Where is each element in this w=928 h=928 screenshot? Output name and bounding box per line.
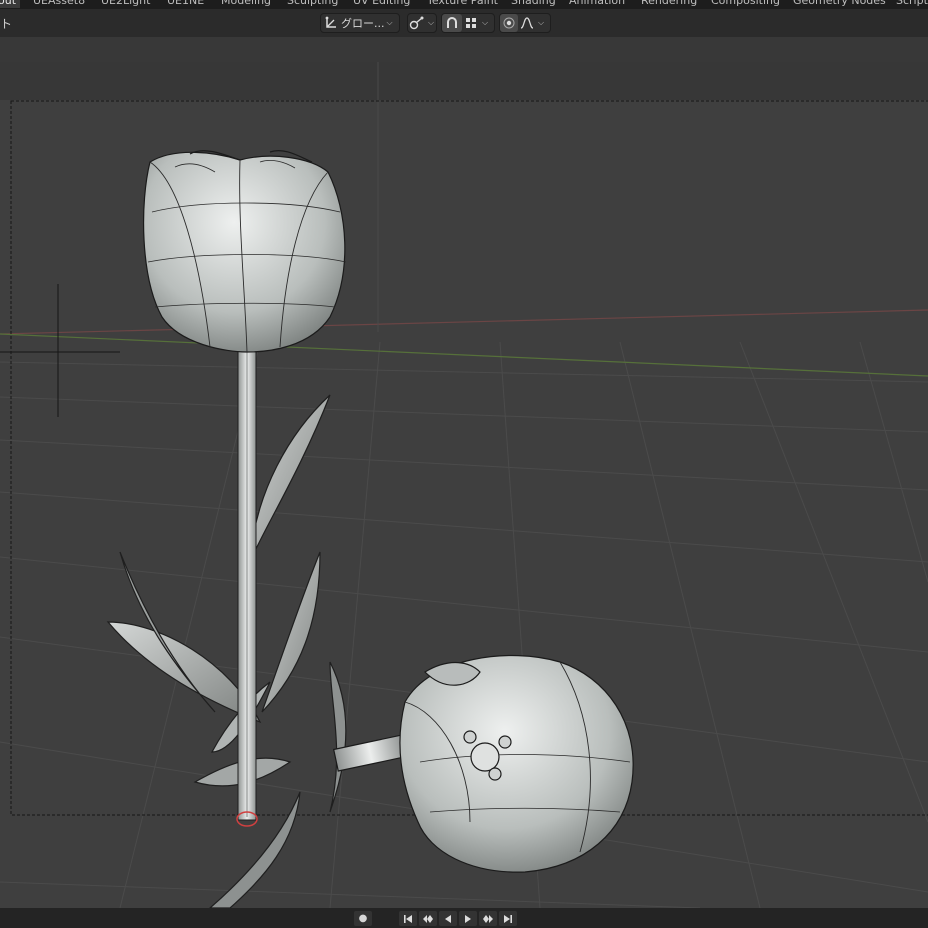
viewport-header: ト グロー... ⌵ ⌵ ⌵ ⌵ xyxy=(0,9,928,37)
tab-geometry-nodes[interactable]: Geometry Nodes xyxy=(793,0,886,8)
tab-animation[interactable]: Animation xyxy=(569,0,625,8)
chevron-down-icon[interactable]: ⌵ xyxy=(538,18,544,28)
tulip-head-upright[interactable] xyxy=(142,150,347,353)
tab-uv-editing[interactable]: UV Editing xyxy=(353,0,410,8)
play-icon[interactable] xyxy=(459,911,477,926)
falloff-curve-icon[interactable] xyxy=(518,14,536,32)
pivot-point-icon xyxy=(408,14,426,32)
snap-increment-icon[interactable] xyxy=(462,14,480,32)
timeline-bar: ● xyxy=(0,908,928,928)
tab-modeling[interactable]: Modeling xyxy=(221,0,271,8)
tab-sculpting[interactable]: Sculpting xyxy=(287,0,338,8)
jump-end-icon[interactable] xyxy=(499,911,517,926)
workspace-tab-bar: out UEAsset8 UE2Light UE1NE Modeling Scu… xyxy=(0,0,928,9)
transform-orientation-icon xyxy=(321,14,341,32)
tab-layout[interactable]: out xyxy=(0,0,21,8)
chevron-down-icon: ⌵ xyxy=(428,18,435,27)
header-menu-label[interactable]: ト xyxy=(0,15,12,32)
pivot-point-dropdown[interactable]: ⌵ xyxy=(407,13,437,33)
tab-ue1ne[interactable]: UE1NE xyxy=(167,0,204,8)
prev-keyframe-icon[interactable] xyxy=(419,911,437,926)
transform-orientation-dropdown[interactable]: グロー... ⌵ xyxy=(320,13,400,33)
tab-shading[interactable]: Shading xyxy=(511,0,556,8)
transform-orientation-value: グロー... xyxy=(341,17,385,30)
3d-viewport[interactable] xyxy=(0,62,928,908)
tab-texture-paint[interactable]: Texture Paint xyxy=(427,0,498,8)
tab-ueasset8[interactable]: UEAsset8 xyxy=(33,0,85,8)
tab-compositing[interactable]: Compositing xyxy=(711,0,780,8)
viewport-scene xyxy=(0,62,928,908)
chevron-down-icon[interactable]: ⌵ xyxy=(482,18,488,28)
tab-ue2light[interactable]: UE2Light xyxy=(101,0,150,8)
tab-scripting[interactable]: Scripti xyxy=(896,0,928,8)
proportional-editing-group: ⌵ xyxy=(499,13,551,33)
jump-start-icon[interactable] xyxy=(399,911,417,926)
snap-magnet-icon[interactable] xyxy=(442,14,462,32)
tab-rendering[interactable]: Rendering xyxy=(641,0,697,8)
next-keyframe-icon[interactable] xyxy=(479,911,497,926)
viewport-tool-strip xyxy=(0,37,928,62)
record-dot-icon[interactable]: ● xyxy=(354,911,372,926)
proportional-editing-icon[interactable] xyxy=(500,14,518,32)
play-reverse-icon[interactable] xyxy=(439,911,457,926)
chevron-down-icon: ⌵ xyxy=(386,18,393,27)
snapping-group: ⌵ xyxy=(441,13,495,33)
